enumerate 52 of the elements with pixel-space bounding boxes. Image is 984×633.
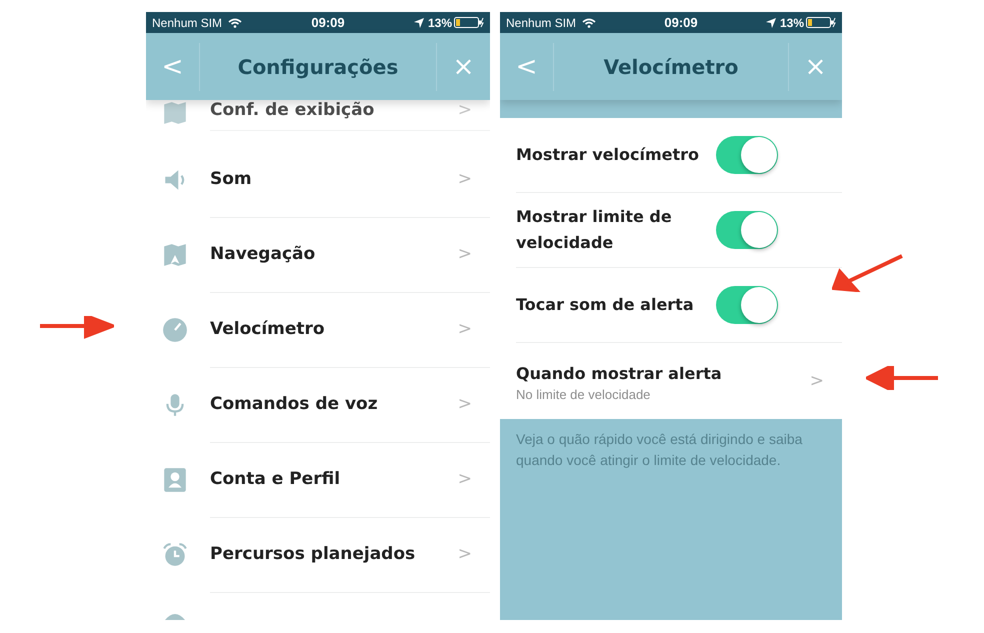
menu-item-label: Conta e Perfil [210,469,342,489]
menu-item[interactable]: Som > [146,142,490,217]
pointer-arrow [832,254,904,292]
toggle-switch[interactable] [716,286,778,324]
battery-percent: 13% [780,16,804,30]
toggle-switch[interactable] [716,136,778,174]
battery-percent: 13% [428,16,452,30]
wifi-icon [228,18,242,28]
menu-item[interactable]: Comandos de voz > [146,367,490,442]
menu-item[interactable]: Velocímetro > [146,292,490,367]
menu-item[interactable]: Conf. de exibição > [146,100,490,142]
chevron-icon: > [458,319,472,339]
setting-label: Mostrar velocímetro [516,144,700,166]
location-arrow-icon [766,18,776,28]
chevron-icon: > [458,469,472,489]
alarm-clock-icon [162,542,188,568]
chevron-icon: > [458,394,472,414]
battery-icon [454,17,484,28]
menu-item-label: Velocímetro [210,319,326,339]
setting-label: Tocar som de alerta [516,294,695,316]
location-arrow-icon [414,18,424,28]
clock-time: 09:09 [664,15,698,30]
chevron-icon: > [810,371,824,391]
setting-label: Quando mostrar alerta [516,362,723,384]
setting-label: Mostrar limite de velocidade [516,206,673,254]
setting-value: No limite de velocidade [516,386,652,402]
gauge-icon [162,316,188,342]
map-icon [162,100,188,126]
menu-item[interactable]: Percursos planejados > [146,517,490,592]
carrier-name: Nenhum SIM [506,16,576,30]
map-icon [162,242,188,268]
chevron-icon: > [458,169,472,189]
chevron-icon: > [458,244,472,264]
clock-time: 09:09 [311,15,345,30]
menu-item-label: Conf. de exibição [210,100,376,120]
toggle-switch[interactable] [716,211,778,249]
chevron-icon: > [458,100,472,120]
battery-icon [806,17,836,28]
menu-item-label: Navegação [210,244,316,264]
description-text: Veja o quão rápido você está dirigindo e saiba quando você atingir o limite de velocidade. [516,430,804,470]
screen-title: Velocímetro [602,54,740,78]
menu-item[interactable]: Navegação > [146,217,490,292]
screen-title: Configurações [236,54,400,78]
carrier-name: Nenhum SIM [152,16,222,30]
menu-item[interactable]: Conta e Perfil > [146,442,490,517]
setting-row[interactable]: Quando mostrar alerta No limite de velocidade > [516,343,842,419]
menu-item-label: Som [210,169,253,189]
chevron-icon: > [458,544,472,564]
menu-item-label: Comandos de voz [210,394,379,414]
menu-item-label: Percursos planejados [210,544,416,564]
contact-card-icon [162,466,188,492]
wifi-icon [582,18,596,28]
